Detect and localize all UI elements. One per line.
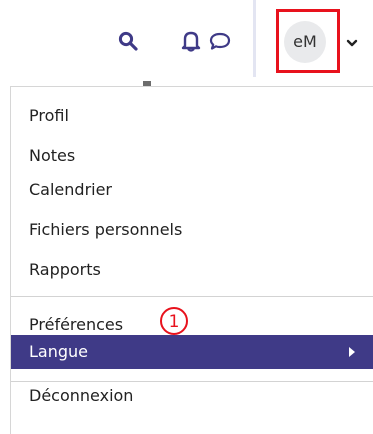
menu-item-langue[interactable]: Langue	[11, 335, 373, 369]
step-number-badge: 1	[160, 307, 188, 335]
user-dropdown-menu: Profil Notes Calendrier Fichiers personn…	[10, 86, 373, 434]
bell-icon[interactable]	[180, 29, 202, 53]
navbar-divider	[253, 0, 256, 77]
menu-item-rapports[interactable]: Rapports	[11, 253, 373, 287]
menu-item-calendrier[interactable]: Calendrier	[11, 173, 373, 207]
svg-text:1: 1	[169, 312, 180, 332]
user-menu-screen: eM Profil Notes Calendrier Fichiers pers…	[0, 0, 373, 434]
menu-divider	[11, 296, 373, 297]
menu-item-deconnexion[interactable]: Déconnexion	[11, 379, 373, 413]
menu-item-profil[interactable]: Profil	[11, 99, 373, 133]
chevron-down-icon[interactable]	[346, 38, 358, 48]
menu-item-langue-label: Langue	[29, 342, 88, 361]
menu-item-notes[interactable]: Notes	[11, 139, 373, 173]
search-icon[interactable]	[118, 31, 138, 51]
chat-icon[interactable]	[208, 31, 232, 51]
navbar: eM	[0, 0, 373, 77]
menu-item-fichiers-personnels[interactable]: Fichiers personnels	[11, 213, 373, 247]
avatar-highlight-box	[276, 9, 340, 73]
caret-right-icon	[349, 347, 355, 357]
